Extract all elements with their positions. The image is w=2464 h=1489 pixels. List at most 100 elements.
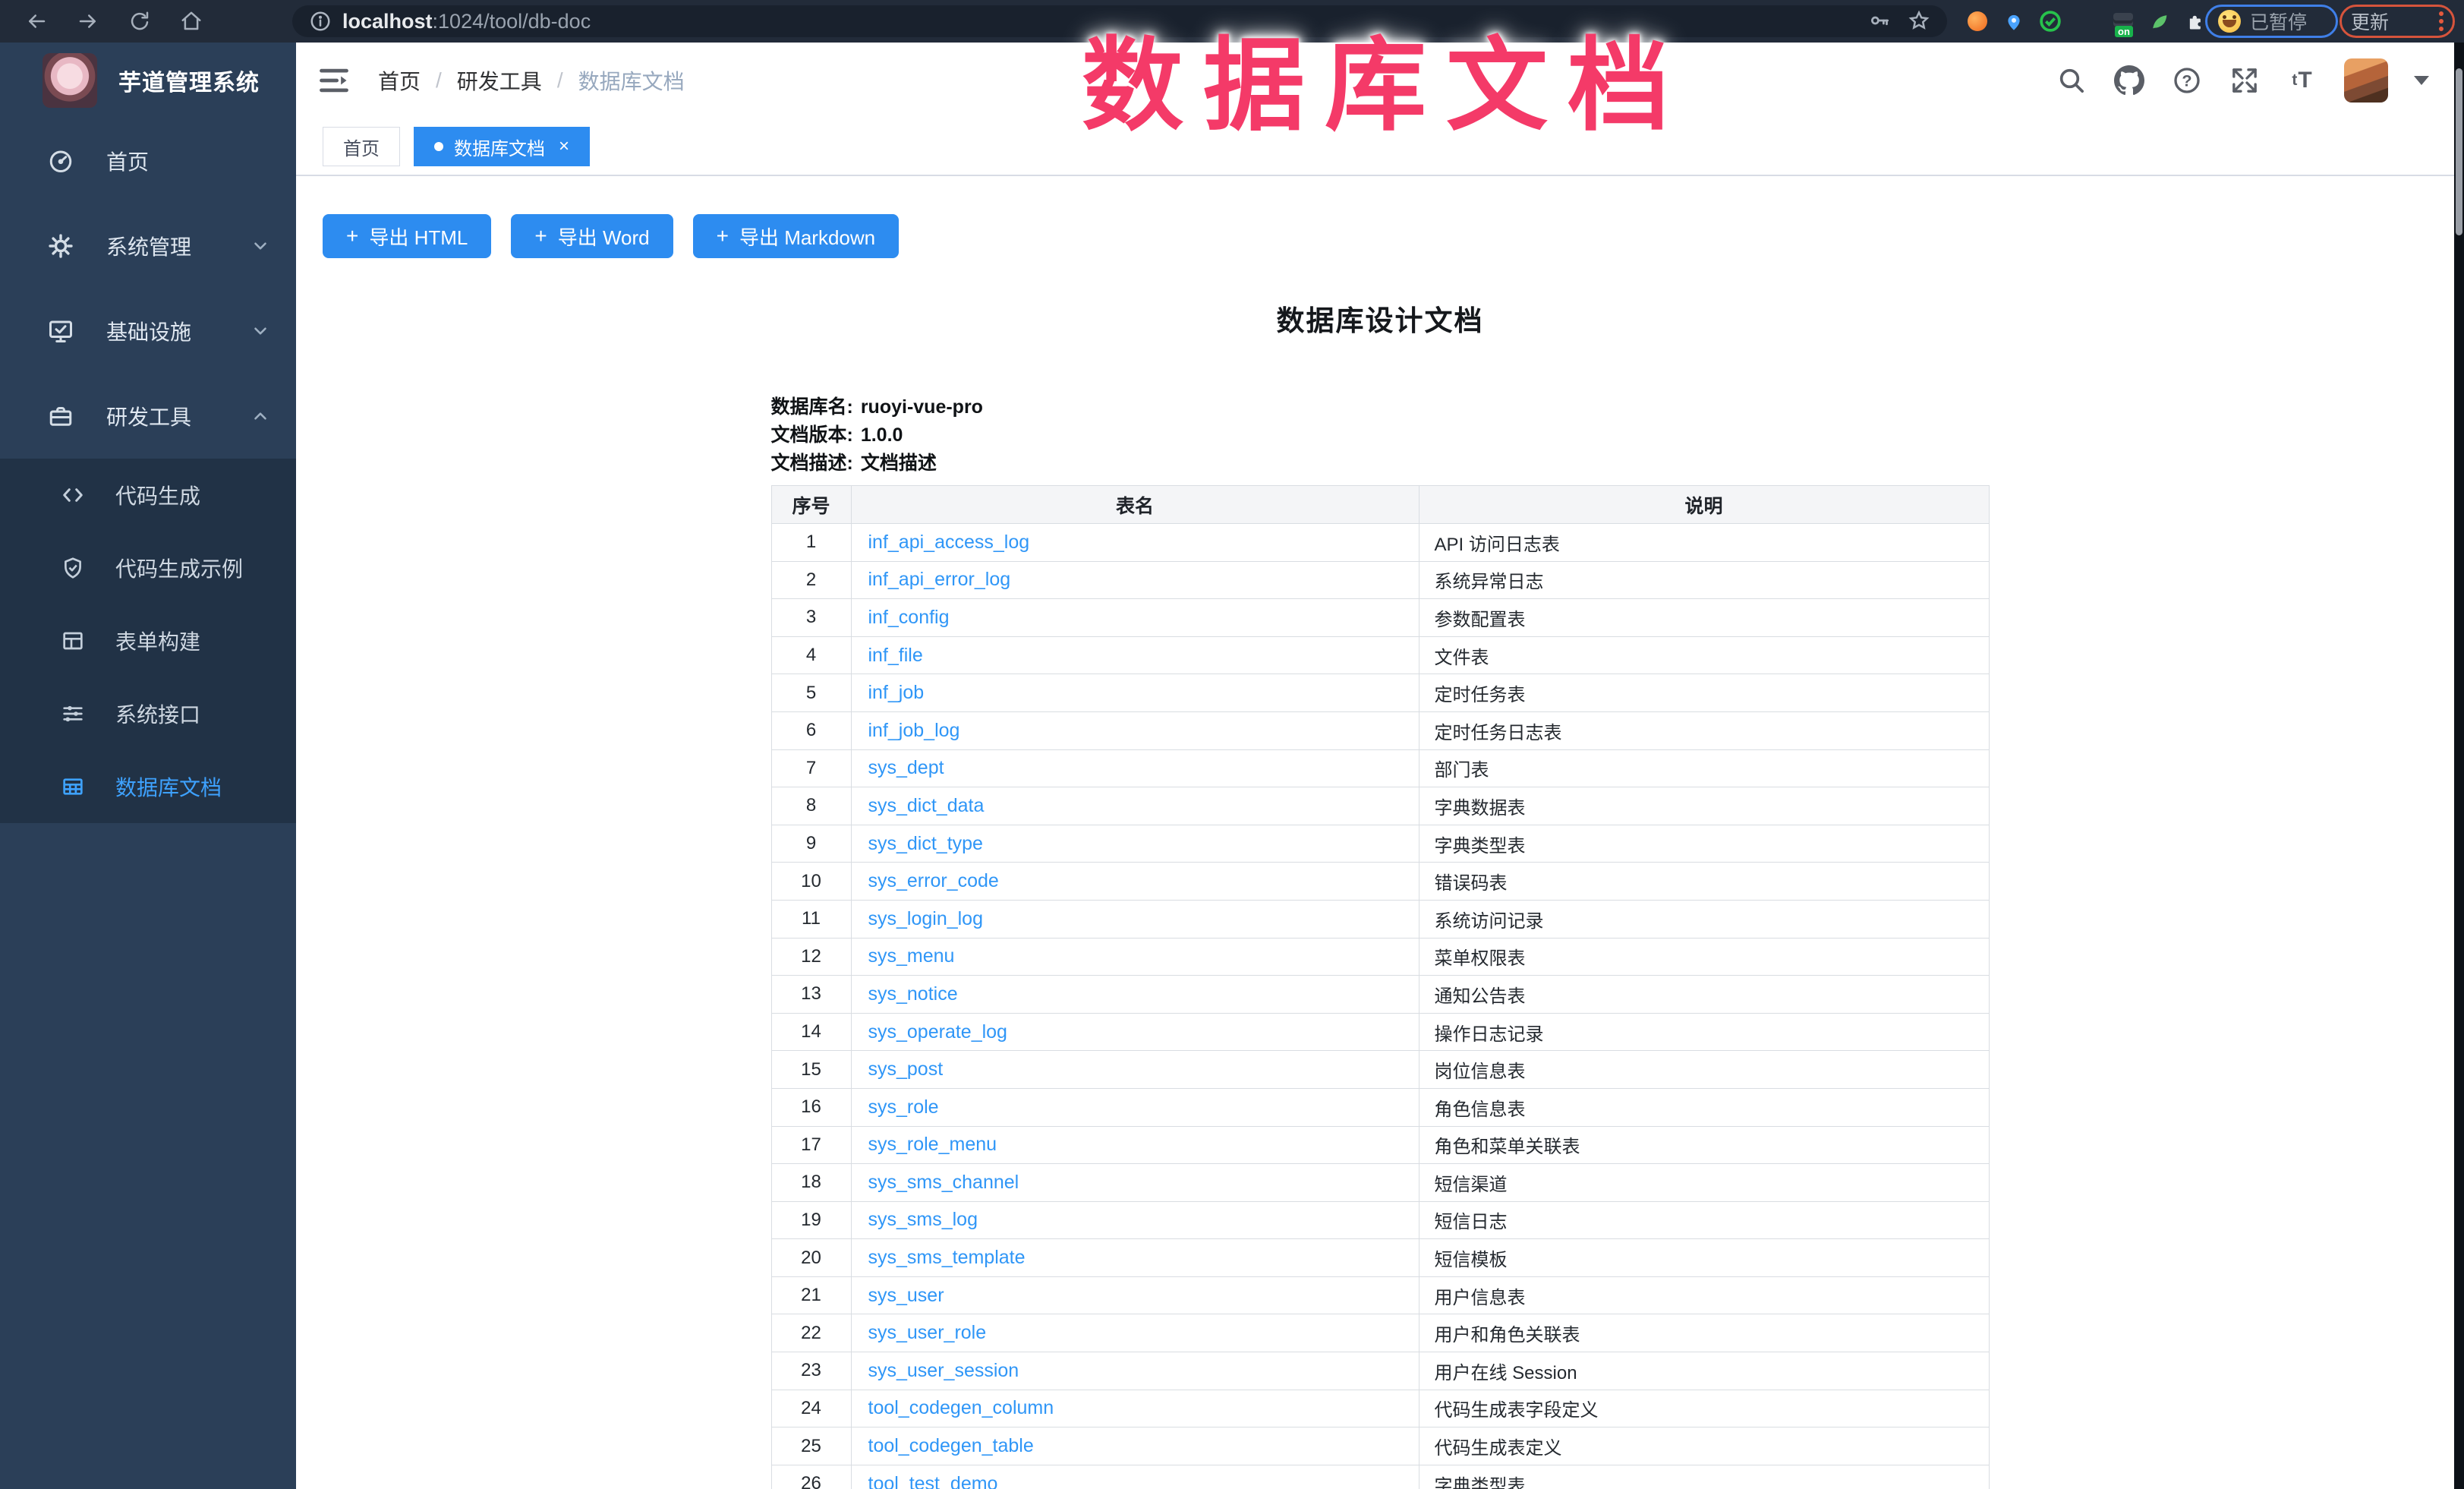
tab-db-doc[interactable]: 数据库文档× (414, 127, 590, 166)
extension-puzzle-icon[interactable] (2185, 10, 2207, 33)
row-description: 系统异常日志 (1419, 561, 1989, 599)
table-name-link[interactable]: sys_sms_log (868, 1209, 978, 1230)
extension-leaf-icon[interactable] (2148, 10, 2171, 33)
sidebar-item-form-builder[interactable]: 表单构建 (0, 604, 296, 677)
table-name-link[interactable]: sys_error_code (868, 870, 999, 891)
extension-dark-on-icon[interactable]: on (2112, 10, 2135, 33)
breadcrumb-item: 数据库文档 (578, 65, 685, 96)
extension-orange-icon[interactable] (1966, 10, 1989, 33)
breadcrumb-item[interactable]: 研发工具 (457, 65, 542, 96)
row-index: 24 (771, 1390, 851, 1427)
breadcrumb-item[interactable]: 首页 (378, 65, 421, 96)
table-name-link[interactable]: sys_user_role (868, 1322, 987, 1343)
top-navbar: 首页/研发工具/数据库文档 ? tT (296, 43, 2464, 118)
sidebar-item-codegen-demo[interactable]: 代码生成示例 (0, 532, 296, 604)
export-word-button[interactable]: +导出 Word (511, 214, 673, 258)
page-scrollbar[interactable] (2454, 43, 2464, 1489)
collapse-menu-icon[interactable] (317, 64, 351, 97)
extension-grid-icon[interactable] (2075, 10, 2098, 33)
search-icon[interactable] (2056, 65, 2087, 96)
browser-update-chip[interactable]: 更新 (2340, 5, 2455, 38)
row-index: 23 (771, 1352, 851, 1390)
table-name-link[interactable]: sys_post (868, 1058, 944, 1080)
table-name-link[interactable]: sys_sms_template (868, 1247, 1026, 1268)
row-description: 字典类型表 (1419, 825, 1989, 863)
table-name-link[interactable]: sys_dict_data (868, 795, 985, 816)
fullscreen-icon[interactable] (2229, 65, 2261, 96)
table-name-link[interactable]: tool_codegen_column (868, 1397, 1054, 1418)
sidebar-item-devtools[interactable]: 研发工具 (0, 374, 296, 459)
table-name-link[interactable]: sys_role (868, 1096, 939, 1118)
row-index: 8 (771, 787, 851, 825)
extension-check-circle-icon[interactable] (2039, 10, 2062, 33)
sidebar-item-codegen[interactable]: 代码生成 (0, 459, 296, 532)
tag-label: 首页 (343, 134, 380, 160)
table-name-link[interactable]: sys_dict_type (868, 833, 983, 854)
row-index: 17 (771, 1126, 851, 1164)
plus-icon: + (717, 224, 729, 248)
table-name-link[interactable]: inf_api_access_log (868, 532, 1030, 553)
site-info-icon[interactable] (309, 10, 332, 33)
sidebar-item-home[interactable]: 首页 (0, 118, 296, 203)
export-html-button[interactable]: +导出 HTML (323, 214, 491, 258)
user-avatar[interactable] (2344, 58, 2388, 103)
table-icon (61, 774, 85, 799)
font-size-icon[interactable]: tT (2286, 65, 2318, 96)
row-description: 通知公告表 (1419, 976, 1989, 1014)
url-text[interactable]: localhost:1024/tool/db-doc (342, 10, 591, 33)
extension-paused-chip[interactable]: 已暂停 (2205, 5, 2338, 38)
svg-text:?: ? (2182, 71, 2191, 90)
app-logo (43, 53, 97, 108)
table-name-link[interactable]: inf_config (868, 607, 950, 628)
doc-meta-line: 数据库名:ruoyi-vue-pro (771, 393, 1990, 421)
table-name-link[interactable]: sys_user (868, 1285, 944, 1306)
row-description: 岗位信息表 (1419, 1051, 1989, 1089)
table-name-link[interactable]: sys_dept (868, 757, 944, 778)
sidebar-item-api[interactable]: 系统接口 (0, 677, 296, 750)
sidebar-item-system[interactable]: 系统管理 (0, 203, 296, 289)
table-name-link[interactable]: inf_job (868, 682, 925, 703)
table-name-link[interactable]: sys_role_menu (868, 1134, 997, 1155)
table-name-link[interactable]: sys_login_log (868, 908, 984, 929)
table-name-link[interactable]: sys_notice (868, 983, 958, 1005)
row-description: 短信日志 (1419, 1201, 1989, 1239)
table-row: 1 inf_api_access_log API 访问日志表 (771, 524, 1989, 562)
export-markdown-button[interactable]: +导出 Markdown (693, 214, 900, 258)
table-name-link[interactable]: inf_file (868, 645, 923, 666)
table-name-link[interactable]: tool_codegen_table (868, 1435, 1034, 1456)
chevron-down-icon[interactable] (2414, 76, 2429, 85)
button-label: 导出 Word (558, 222, 650, 251)
table-name-link[interactable]: inf_api_error_log (868, 569, 1011, 590)
table-name-link[interactable]: sys_sms_channel (868, 1172, 1019, 1193)
table-name-link[interactable]: sys_menu (868, 945, 955, 967)
table-row: 21 sys_user 用户信息表 (771, 1276, 1989, 1314)
table-row: 4 inf_file 文件表 (771, 636, 1989, 674)
close-icon[interactable]: × (559, 137, 569, 156)
row-description: 字典类型表 (1419, 1465, 1989, 1489)
extensions-row: on (1966, 0, 2207, 43)
doc-title: 数据库设计文档 (771, 298, 1990, 339)
table-name-link[interactable]: sys_user_session (868, 1360, 1019, 1381)
password-key-icon[interactable] (1868, 9, 1891, 36)
scrollbar-thumb[interactable] (2456, 68, 2462, 235)
extension-pin-icon[interactable] (2002, 10, 2025, 33)
browser-menu-icon[interactable] (2439, 11, 2444, 31)
tab-home[interactable]: 首页 (323, 127, 400, 166)
browser-forward-icon[interactable] (73, 6, 103, 36)
browser-home-icon[interactable] (176, 6, 206, 36)
bookmark-star-icon[interactable] (1908, 9, 1930, 36)
browser-back-icon[interactable] (21, 6, 52, 36)
help-icon[interactable]: ? (2171, 65, 2203, 96)
table-row: 7 sys_dept 部门表 (771, 749, 1989, 787)
github-icon[interactable] (2113, 65, 2145, 96)
chevron-down-icon (250, 321, 270, 341)
table-name-link[interactable]: tool_test_demo (868, 1473, 998, 1489)
browser-reload-icon[interactable] (124, 6, 155, 36)
sidebar-item-infra[interactable]: 基础设施 (0, 289, 296, 374)
address-bar[interactable]: localhost:1024/tool/db-doc (292, 5, 1947, 37)
app-logo-row[interactable]: 芋道管理系统 (0, 43, 296, 118)
table-name-link[interactable]: inf_job_log (868, 720, 960, 741)
row-index: 9 (771, 825, 851, 863)
table-name-link[interactable]: sys_operate_log (868, 1021, 1007, 1043)
sidebar-item-db-doc[interactable]: 数据库文档 (0, 750, 296, 823)
